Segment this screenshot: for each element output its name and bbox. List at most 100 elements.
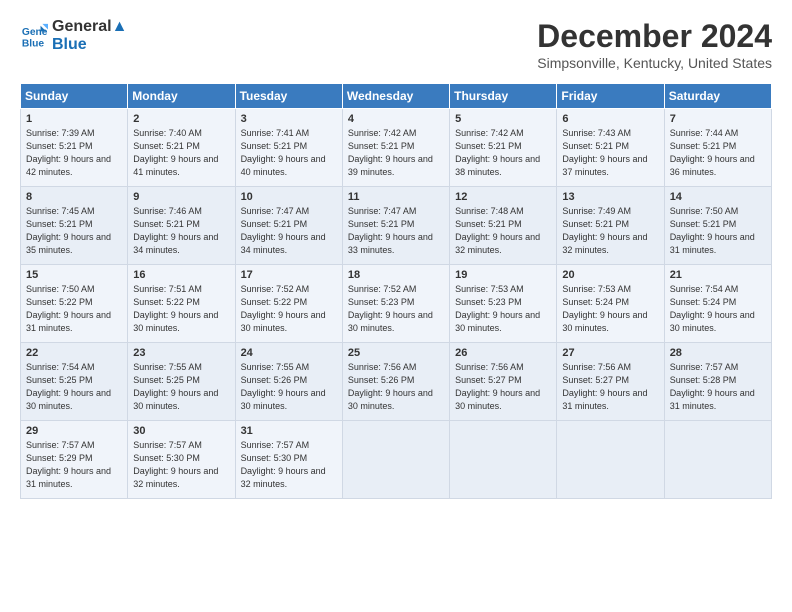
- day-number: 5: [455, 113, 551, 125]
- day-detail: Sunrise: 7:55 AMSunset: 5:25 PMDaylight:…: [133, 361, 229, 413]
- calendar-week-1: 8 Sunrise: 7:45 AMSunset: 5:21 PMDaylight…: [21, 187, 772, 265]
- calendar-cell: 12Sunrise: 7:48 AMSunset: 5:21 PMDayligh…: [450, 187, 557, 265]
- day-detail: Sunrise: 7:47 AMSunset: 5:21 PMDaylight:…: [241, 205, 337, 257]
- calendar-cell: 1 Sunrise: 7:39 AMSunset: 5:21 PMDaylight…: [21, 109, 128, 187]
- day-number: 3: [241, 113, 337, 125]
- day-number: 8: [26, 191, 122, 203]
- calendar-table: Sunday Monday Tuesday Wednesday Thursday…: [20, 83, 772, 499]
- day-number: 9: [133, 191, 229, 203]
- calendar-cell: [450, 421, 557, 499]
- calendar-cell: [664, 421, 771, 499]
- day-number: 1: [26, 113, 122, 125]
- day-number: 6: [562, 113, 658, 125]
- day-number: 30: [133, 425, 229, 437]
- day-detail: Sunrise: 7:45 AMSunset: 5:21 PMDaylight:…: [26, 205, 122, 257]
- day-number: 16: [133, 269, 229, 281]
- day-number: 31: [241, 425, 337, 437]
- day-detail: Sunrise: 7:57 AMSunset: 5:29 PMDaylight:…: [26, 439, 122, 491]
- day-detail: Sunrise: 7:53 AMSunset: 5:23 PMDaylight:…: [455, 283, 551, 335]
- day-detail: Sunrise: 7:51 AMSunset: 5:22 PMDaylight:…: [133, 283, 229, 335]
- calendar-cell: 24 Sunrise: 7:55 AMSunset: 5:26 PMDayligh…: [235, 343, 342, 421]
- day-detail: Sunrise: 7:57 AMSunset: 5:30 PMDaylight:…: [241, 439, 337, 491]
- day-detail: Sunrise: 7:52 AMSunset: 5:23 PMDaylight:…: [348, 283, 444, 335]
- calendar-week-0: 1 Sunrise: 7:39 AMSunset: 5:21 PMDaylight…: [21, 109, 772, 187]
- header: General Blue General▲ Blue December 2024…: [20, 18, 772, 71]
- day-number: 13: [562, 191, 658, 203]
- col-sunday: Sunday: [21, 84, 128, 109]
- logo: General Blue General▲ Blue: [20, 18, 127, 53]
- calendar-cell: 8 Sunrise: 7:45 AMSunset: 5:21 PMDaylight…: [21, 187, 128, 265]
- day-number: 10: [241, 191, 337, 203]
- calendar-cell: 28 Sunrise: 7:57 AMSunset: 5:28 PMDayligh…: [664, 343, 771, 421]
- day-number: 29: [26, 425, 122, 437]
- col-saturday: Saturday: [664, 84, 771, 109]
- location: Simpsonville, Kentucky, United States: [537, 55, 772, 71]
- day-detail: Sunrise: 7:39 AMSunset: 5:21 PMDaylight:…: [26, 127, 122, 179]
- calendar-week-4: 29 Sunrise: 7:57 AMSunset: 5:29 PMDayligh…: [21, 421, 772, 499]
- calendar-cell: 31 Sunrise: 7:57 AMSunset: 5:30 PMDayligh…: [235, 421, 342, 499]
- calendar-cell: 15 Sunrise: 7:50 AMSunset: 5:22 PMDayligh…: [21, 265, 128, 343]
- col-tuesday: Tuesday: [235, 84, 342, 109]
- day-number: 4: [348, 113, 444, 125]
- calendar-cell: 16 Sunrise: 7:51 AMSunset: 5:22 PMDayligh…: [128, 265, 235, 343]
- day-number: 28: [670, 347, 766, 359]
- day-detail: Sunrise: 7:56 AMSunset: 5:27 PMDaylight:…: [562, 361, 658, 413]
- calendar-cell: 6Sunrise: 7:43 AMSunset: 5:21 PMDaylight…: [557, 109, 664, 187]
- day-number: 7: [670, 113, 766, 125]
- day-number: 24: [241, 347, 337, 359]
- col-friday: Friday: [557, 84, 664, 109]
- day-number: 17: [241, 269, 337, 281]
- day-detail: Sunrise: 7:40 AMSunset: 5:21 PMDaylight:…: [133, 127, 229, 179]
- calendar-cell: 2Sunrise: 7:40 AMSunset: 5:21 PMDaylight…: [128, 109, 235, 187]
- day-detail: Sunrise: 7:46 AMSunset: 5:21 PMDaylight:…: [133, 205, 229, 257]
- day-number: 27: [562, 347, 658, 359]
- day-number: 15: [26, 269, 122, 281]
- header-row: Sunday Monday Tuesday Wednesday Thursday…: [21, 84, 772, 109]
- logo-icon: General Blue: [20, 22, 48, 50]
- day-detail: Sunrise: 7:52 AMSunset: 5:22 PMDaylight:…: [241, 283, 337, 335]
- day-number: 11: [348, 191, 444, 203]
- calendar-cell: [342, 421, 449, 499]
- col-thursday: Thursday: [450, 84, 557, 109]
- day-detail: Sunrise: 7:48 AMSunset: 5:21 PMDaylight:…: [455, 205, 551, 257]
- calendar-cell: 14Sunrise: 7:50 AMSunset: 5:21 PMDayligh…: [664, 187, 771, 265]
- day-detail: Sunrise: 7:49 AMSunset: 5:21 PMDaylight:…: [562, 205, 658, 257]
- calendar-cell: [557, 421, 664, 499]
- calendar-cell: 26Sunrise: 7:56 AMSunset: 5:27 PMDayligh…: [450, 343, 557, 421]
- calendar-cell: 21 Sunrise: 7:54 AMSunset: 5:24 PMDayligh…: [664, 265, 771, 343]
- col-monday: Monday: [128, 84, 235, 109]
- title-block: December 2024 Simpsonville, Kentucky, Un…: [537, 18, 772, 71]
- calendar-cell: 4 Sunrise: 7:42 AMSunset: 5:21 PMDaylight…: [342, 109, 449, 187]
- day-detail: Sunrise: 7:54 AMSunset: 5:25 PMDaylight:…: [26, 361, 122, 413]
- day-detail: Sunrise: 7:50 AMSunset: 5:21 PMDaylight:…: [670, 205, 766, 257]
- calendar-cell: 3 Sunrise: 7:41 AMSunset: 5:21 PMDaylight…: [235, 109, 342, 187]
- calendar-cell: 17 Sunrise: 7:52 AMSunset: 5:22 PMDayligh…: [235, 265, 342, 343]
- day-detail: Sunrise: 7:41 AMSunset: 5:21 PMDaylight:…: [241, 127, 337, 179]
- day-detail: Sunrise: 7:54 AMSunset: 5:24 PMDaylight:…: [670, 283, 766, 335]
- day-number: 22: [26, 347, 122, 359]
- calendar-week-2: 15 Sunrise: 7:50 AMSunset: 5:22 PMDayligh…: [21, 265, 772, 343]
- day-detail: Sunrise: 7:44 AMSunset: 5:21 PMDaylight:…: [670, 127, 766, 179]
- calendar-cell: 7 Sunrise: 7:44 AMSunset: 5:21 PMDaylight…: [664, 109, 771, 187]
- day-detail: Sunrise: 7:53 AMSunset: 5:24 PMDaylight:…: [562, 283, 658, 335]
- day-number: 26: [455, 347, 551, 359]
- day-detail: Sunrise: 7:42 AMSunset: 5:21 PMDaylight:…: [348, 127, 444, 179]
- page: General Blue General▲ Blue December 2024…: [0, 0, 792, 509]
- calendar-cell: 18Sunrise: 7:52 AMSunset: 5:23 PMDayligh…: [342, 265, 449, 343]
- day-number: 23: [133, 347, 229, 359]
- day-detail: Sunrise: 7:55 AMSunset: 5:26 PMDaylight:…: [241, 361, 337, 413]
- logo-line1: General▲: [52, 18, 127, 36]
- calendar-cell: 11Sunrise: 7:47 AMSunset: 5:21 PMDayligh…: [342, 187, 449, 265]
- day-number: 25: [348, 347, 444, 359]
- day-detail: Sunrise: 7:50 AMSunset: 5:22 PMDaylight:…: [26, 283, 122, 335]
- day-detail: Sunrise: 7:57 AMSunset: 5:28 PMDaylight:…: [670, 361, 766, 413]
- day-number: 21: [670, 269, 766, 281]
- day-detail: Sunrise: 7:56 AMSunset: 5:26 PMDaylight:…: [348, 361, 444, 413]
- svg-text:Blue: Blue: [22, 38, 45, 49]
- calendar-cell: 19 Sunrise: 7:53 AMSunset: 5:23 PMDayligh…: [450, 265, 557, 343]
- svg-text:General: General: [22, 27, 48, 38]
- calendar-cell: 23 Sunrise: 7:55 AMSunset: 5:25 PMDayligh…: [128, 343, 235, 421]
- month-title: December 2024: [537, 18, 772, 55]
- day-number: 19: [455, 269, 551, 281]
- calendar-cell: 13 Sunrise: 7:49 AMSunset: 5:21 PMDayligh…: [557, 187, 664, 265]
